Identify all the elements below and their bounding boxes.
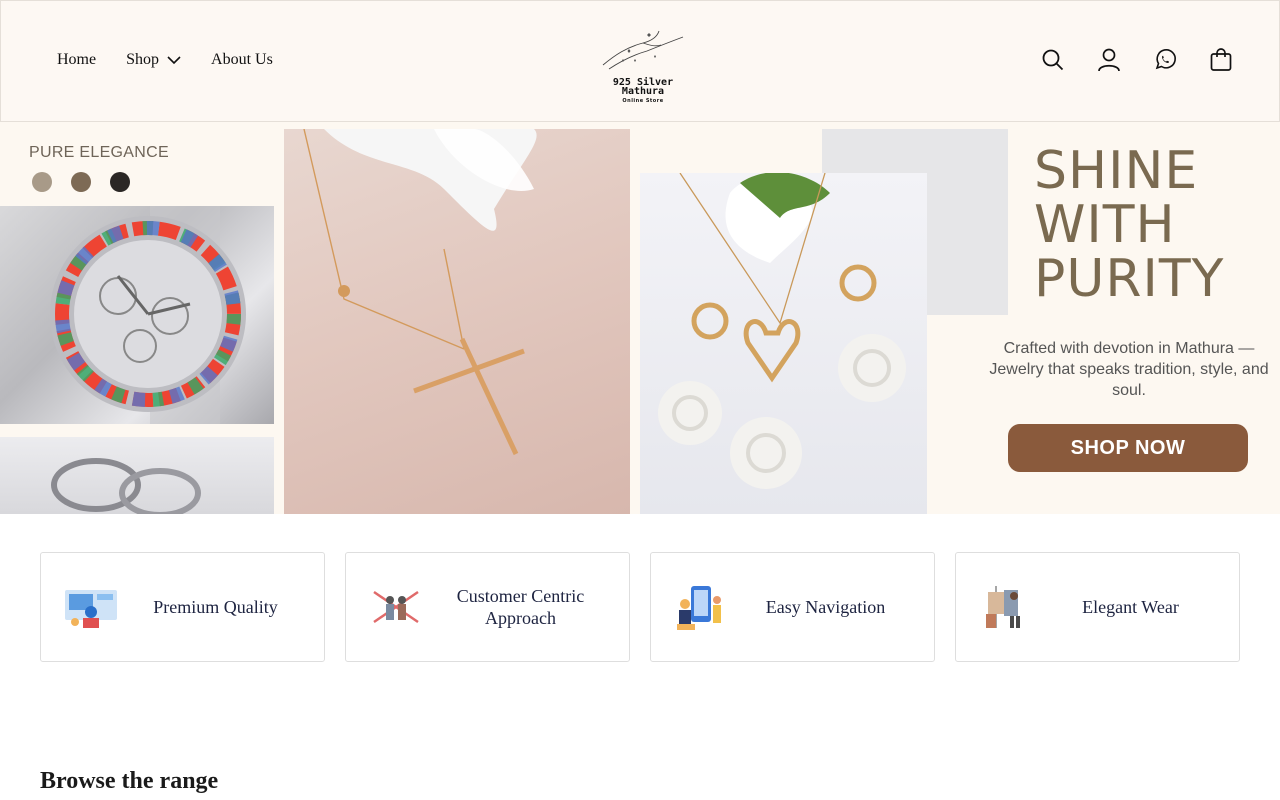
nav-home[interactable]: Home xyxy=(57,51,96,69)
store-logo[interactable]: 925 Silver Mathura Online Store xyxy=(599,25,687,104)
shop-now-button[interactable]: SHOP NOW xyxy=(1008,424,1248,472)
nav-home-label: Home xyxy=(57,51,97,68)
feature-label: Premium Quality xyxy=(153,597,278,617)
headline-line1: SHINE xyxy=(1034,141,1199,201)
rings-photo xyxy=(0,437,274,514)
cart-button[interactable] xyxy=(1207,45,1235,75)
whatsapp-icon xyxy=(1155,49,1176,70)
headline-line2: WITH xyxy=(1034,195,1176,255)
color-swatches xyxy=(32,172,149,192)
cross-necklace-photo xyxy=(284,129,630,514)
hands-logo-icon xyxy=(602,30,684,70)
search-icon xyxy=(1042,49,1064,71)
main-nav: Home Shop About Us xyxy=(57,51,303,69)
swatch-2[interactable] xyxy=(71,172,91,192)
hero-tagline: Crafted with devotion in Mathura — Jewel… xyxy=(989,340,1269,399)
elegant-wear-icon xyxy=(986,586,1020,628)
premium-quality-icon xyxy=(65,590,117,628)
search-button[interactable] xyxy=(1039,45,1067,75)
account-icon xyxy=(1098,48,1120,72)
feature-card-customer-centric: Customer Centric Approach xyxy=(345,552,630,662)
feature-label: Customer Centric Approach xyxy=(456,586,585,628)
hero-banner: PURE ELEGANCE SHINE WITH PURITY Crafted … xyxy=(0,122,1280,514)
chevron-down-icon xyxy=(167,56,181,65)
feature-card-elegant-wear: Elegant Wear xyxy=(955,552,1240,662)
swatch-3[interactable] xyxy=(110,172,130,192)
feature-card-easy-navigation: Easy Navigation xyxy=(650,552,935,662)
feature-label: Easy Navigation xyxy=(765,597,886,617)
headline-line3: PURITY xyxy=(1034,249,1225,309)
nav-shop[interactable]: Shop xyxy=(126,51,181,69)
site-header: Home Shop About Us 925 Silver Mathura On… xyxy=(0,0,1280,122)
feature-label: Elegant Wear xyxy=(1082,597,1179,617)
customer-centric-icon xyxy=(373,590,419,624)
whatsapp-button[interactable] xyxy=(1151,45,1179,75)
cart-icon xyxy=(1210,48,1232,71)
browse-heading: Browse the range xyxy=(40,768,219,794)
nav-about-label: About Us xyxy=(211,51,273,68)
easy-navigation-icon xyxy=(677,586,721,630)
nav-shop-label: Shop xyxy=(126,51,160,68)
account-button[interactable] xyxy=(1095,45,1123,75)
jewelry-set-photo xyxy=(640,173,927,514)
logo-line2: Mathura xyxy=(621,86,665,97)
logo-line3: Online Store xyxy=(622,98,664,104)
feature-card-premium-quality: Premium Quality xyxy=(40,552,325,662)
hero-eyebrow: PURE ELEGANCE xyxy=(29,144,169,161)
nav-about[interactable]: About Us xyxy=(211,51,273,69)
hero-headline: SHINE WITH PURITY xyxy=(1034,144,1224,306)
watch-photo xyxy=(0,206,274,424)
swatch-1[interactable] xyxy=(32,172,52,192)
header-icons xyxy=(1011,45,1235,75)
